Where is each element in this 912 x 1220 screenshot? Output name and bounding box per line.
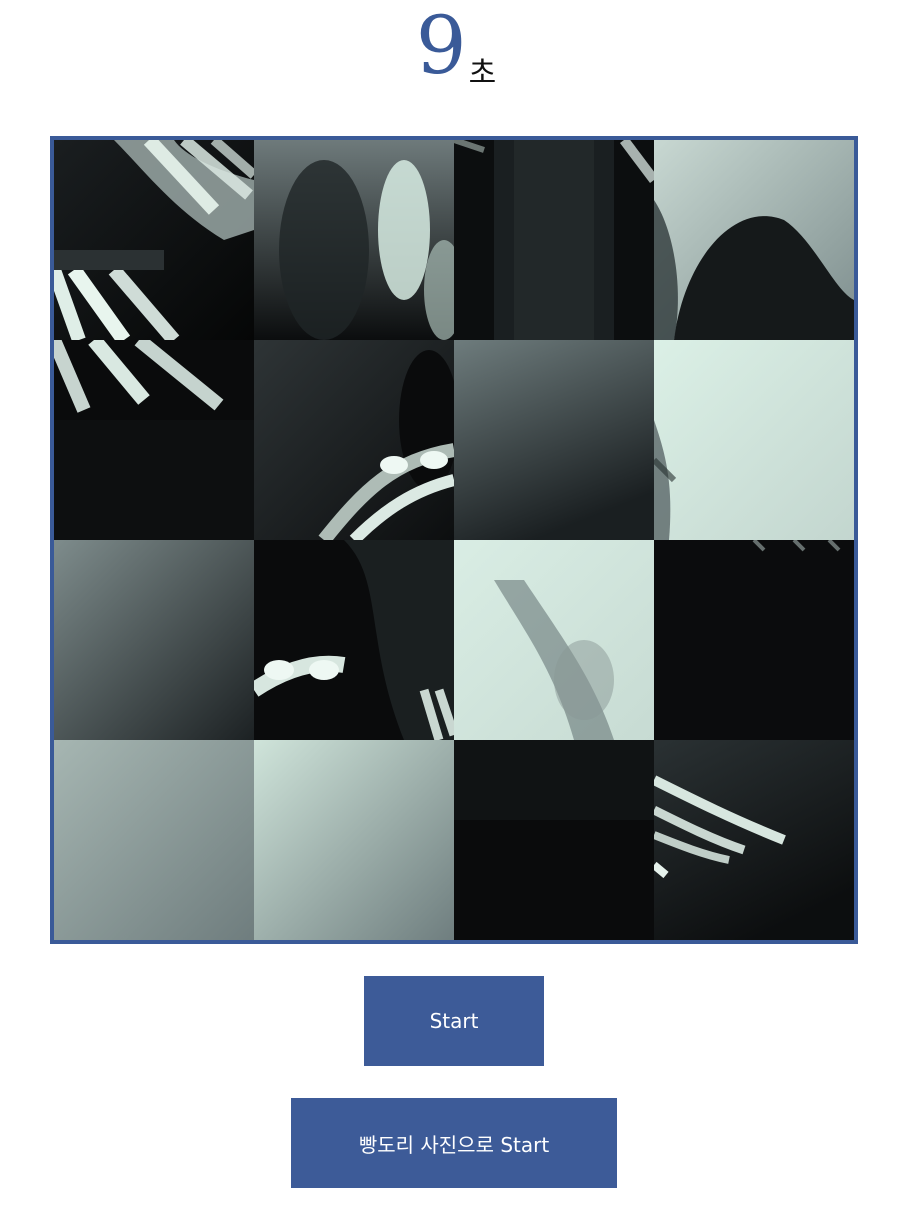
puzzle-tile[interactable]	[254, 340, 454, 540]
puzzle-tile[interactable]	[454, 340, 654, 540]
puzzle-tile[interactable]	[654, 540, 854, 740]
puzzle-tile[interactable]	[654, 740, 854, 940]
puzzle-tile[interactable]	[54, 140, 254, 340]
puzzle-tile[interactable]	[454, 140, 654, 340]
puzzle-tile[interactable]	[654, 340, 854, 540]
timer-unit: 초	[468, 56, 497, 91]
start-button[interactable]: Start	[364, 976, 544, 1066]
puzzle-tile[interactable]	[454, 540, 654, 740]
puzzle-tile[interactable]	[54, 340, 254, 540]
timer-display: 9초	[0, 0, 912, 100]
puzzle-board	[50, 136, 858, 944]
start-with-photo-button[interactable]: 빵도리 사진으로 Start	[291, 1098, 617, 1188]
puzzle-tile[interactable]	[654, 140, 854, 340]
timer-value: 9	[415, 0, 467, 92]
puzzle-tile[interactable]	[254, 740, 454, 940]
puzzle-tile[interactable]	[54, 740, 254, 940]
puzzle-tile[interactable]	[54, 540, 254, 740]
puzzle-tile[interactable]	[254, 540, 454, 740]
puzzle-tile[interactable]	[454, 740, 654, 940]
puzzle-tile[interactable]	[254, 140, 454, 340]
